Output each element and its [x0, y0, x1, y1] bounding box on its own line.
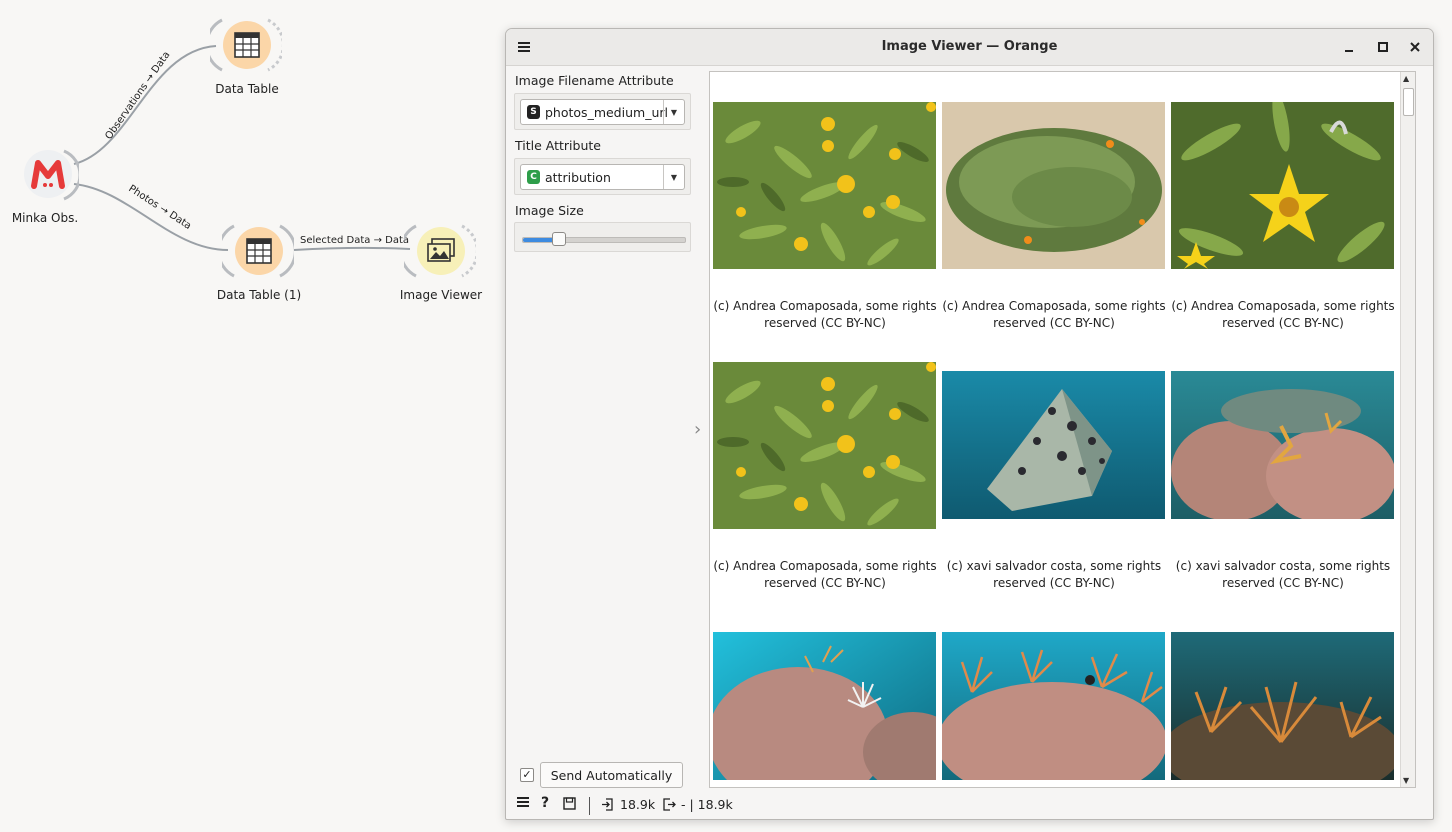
scrollbar-thumb[interactable] [1403, 88, 1414, 116]
filename-attribute-box: S photos_medium_url ▼ [514, 93, 691, 130]
chevron-down-icon[interactable]: ▼ [663, 165, 684, 189]
thumbnail-flowers [713, 362, 936, 529]
thumbnail-underwater-dark [1171, 632, 1394, 780]
categorical-type-icon: C [527, 170, 540, 184]
image-cell-3[interactable]: (c) Andrea Comaposada, some rights reserv… [1171, 102, 1395, 342]
node-label: Minka Obs. [11, 211, 79, 225]
thumbnail-flowers [713, 102, 936, 269]
image-caption: (c) Andrea Comaposada, some rights reserv… [713, 559, 937, 590]
image-cell-2[interactable]: (c) Andrea Comaposada, some rights reserv… [942, 102, 1166, 342]
combo-value: attribution [545, 169, 611, 185]
node-minka-obs[interactable]: Minka Obs. [12, 145, 79, 225]
output-indicator: - | 18.9k [663, 797, 733, 812]
title-attribute-combo[interactable]: C attribution ▼ [520, 164, 685, 190]
table-icon [235, 227, 283, 275]
chevron-down-icon[interactable]: ▼ [663, 100, 684, 124]
image-cell-7[interactable] [713, 632, 937, 782]
images-icon [417, 227, 465, 275]
scroll-up-icon[interactable]: ▲ [1403, 74, 1409, 83]
image-cell-1[interactable]: (c) Andrea Comaposada, some rights reserv… [713, 102, 937, 342]
image-cell-6[interactable]: (c) xavi salvador costa, some rights rese… [1171, 362, 1395, 602]
thumbnail-flower-closeup [1171, 102, 1394, 269]
node-label: Data Table (1) [216, 288, 302, 302]
image-viewer-window: Image Viewer — Orange Image Filename Att… [505, 28, 1434, 820]
image-size-box [514, 222, 691, 252]
image-size-label: Image Size [515, 203, 584, 218]
string-type-icon: S [527, 105, 540, 119]
menu-icon[interactable] [517, 797, 529, 807]
node-data-table[interactable]: Data Table [210, 16, 282, 96]
link-observations [73, 45, 217, 165]
thumbnail-underwater-rock [942, 371, 1165, 519]
workflow-links: Observations → Data Photos → Data Select… [73, 45, 411, 251]
workflow-canvas[interactable]: Observations → Data Photos → Data Select… [0, 0, 505, 832]
vertical-scrollbar[interactable]: ▲ ▼ [1400, 72, 1415, 787]
image-cell-4[interactable]: (c) Andrea Comaposada, some rights reserv… [713, 362, 937, 602]
image-caption: (c) xavi salvador costa, some rights rese… [1175, 559, 1391, 590]
node-label: Data Table [215, 82, 279, 96]
image-size-slider[interactable] [522, 232, 686, 246]
output-icon [663, 798, 676, 811]
image-cell-8[interactable] [942, 632, 1166, 782]
node-image-viewer[interactable]: Image Viewer [400, 222, 482, 302]
thumbnail-underwater-coral [942, 632, 1165, 780]
thumbnail-shrub [942, 102, 1165, 269]
minimize-icon[interactable] [1339, 37, 1359, 57]
input-count: 18.9k [620, 797, 656, 812]
link-selected [293, 246, 411, 251]
slider-handle[interactable] [552, 232, 566, 246]
image-cell-5[interactable]: (c) xavi salvador costa, some rights rese… [942, 362, 1166, 602]
separator [589, 797, 590, 815]
table-icon [223, 21, 271, 69]
node-data-table-1[interactable]: Data Table (1) [217, 222, 301, 302]
minka-icon [24, 150, 72, 198]
image-caption: (c) Andrea Comaposada, some rights reserv… [942, 299, 1166, 330]
help-icon[interactable]: ? [541, 795, 549, 811]
window-title: Image Viewer — Orange [881, 39, 1058, 54]
image-cell-9[interactable] [1171, 632, 1395, 782]
scroll-down-icon[interactable]: ▼ [1403, 776, 1409, 785]
save-icon[interactable] [563, 797, 576, 810]
combo-value: photos_medium_url [545, 104, 668, 120]
send-automatically-checkbox[interactable]: ✓ [520, 768, 534, 782]
image-caption: (c) Andrea Comaposada, some rights reserv… [1171, 299, 1395, 330]
link-label-observations: Observations → Data [103, 50, 172, 142]
title-bar[interactable]: Image Viewer — Orange [506, 29, 1433, 66]
output-count: - | 18.9k [681, 797, 733, 812]
title-attribute-box: C attribution ▼ [514, 158, 691, 195]
image-grid[interactable]: (c) Andrea Comaposada, some rights reserv… [709, 71, 1416, 788]
title-attribute-label: Title Attribute [515, 138, 601, 153]
thumbnail-underwater-reef [1171, 371, 1394, 519]
filename-attribute-label: Image Filename Attribute [515, 73, 674, 88]
image-caption: (c) Andrea Comaposada, some rights reserv… [713, 299, 937, 330]
filename-attribute-combo[interactable]: S photos_medium_url ▼ [520, 99, 685, 125]
maximize-icon[interactable] [1373, 37, 1393, 57]
link-label-selected: Selected Data → Data [300, 235, 409, 246]
input-icon [602, 798, 613, 811]
close-icon[interactable] [1405, 37, 1425, 57]
status-bar: ? 18.9k - | 18.9k [506, 793, 1433, 819]
send-automatically-button[interactable]: Send Automatically [540, 762, 683, 788]
input-indicator: 18.9k [601, 797, 655, 812]
collapse-panel-arrow[interactable]: › [694, 419, 701, 440]
node-label: Image Viewer [399, 288, 483, 302]
image-caption: (c) xavi salvador costa, some rights rese… [946, 559, 1162, 590]
thumbnail-underwater-gorgonian [713, 632, 936, 780]
